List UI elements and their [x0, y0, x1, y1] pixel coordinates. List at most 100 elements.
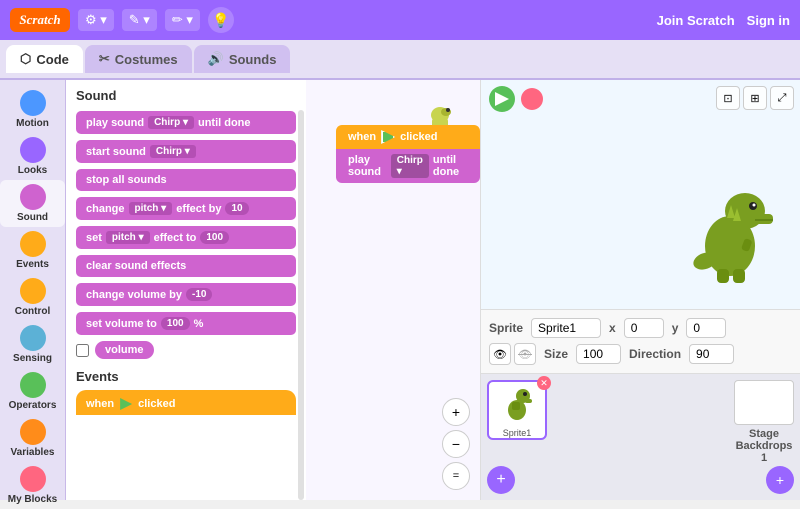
flag-icon [495, 92, 509, 106]
x-input[interactable] [624, 318, 664, 338]
sprite-thumbnails: ✕ Sprite1 [487, 380, 724, 440]
looks-label: Looks [18, 165, 47, 176]
sidebar-item-myblocks[interactable]: My Blocks [0, 462, 65, 509]
fullscreen-button[interactable]: ⤢ [770, 86, 794, 110]
large-stage-button[interactable]: ⊞ [743, 86, 767, 110]
hat-clicked-label: clicked [400, 131, 437, 143]
block-start-sound[interactable]: start sound Chirp ▾ [76, 140, 296, 163]
right-panel: ⊡ ⊞ ⤢ [480, 80, 800, 500]
tab-sounds[interactable]: 🔊 Sounds [194, 45, 291, 73]
block-set-volume[interactable]: set volume to 100 % [76, 312, 296, 335]
events-dot [20, 231, 46, 257]
tab-costumes[interactable]: ✂ Costumes [85, 45, 192, 73]
sound-dot [20, 184, 46, 210]
sidebar-item-sensing[interactable]: Sensing [0, 321, 65, 368]
topbar-right: Join Scratch Sign in [657, 13, 790, 28]
block-change-pitch[interactable]: change pitch ▾ effect by 10 [76, 197, 296, 220]
green-flag-button[interactable] [489, 86, 515, 112]
gear-button[interactable]: ⚙ ▾ [78, 9, 114, 31]
block-volume-row: volume [76, 341, 296, 359]
size-label: Size [544, 347, 568, 361]
show-sprite-button[interactable]: 👁 [489, 343, 511, 365]
variables-dot [20, 419, 46, 445]
tutorial-button[interactable]: 💡 [208, 7, 234, 33]
logo[interactable]: Scratch [10, 8, 70, 32]
script-action-block[interactable]: play sound Chirp ▾ until done [336, 149, 480, 183]
backdrops-count: 1 [761, 452, 767, 464]
stop-button[interactable] [521, 88, 543, 110]
zoom-in-button[interactable]: + [442, 398, 470, 426]
operators-label: Operators [9, 400, 57, 411]
add-sprite-button[interactable]: + [487, 466, 515, 494]
sprite-thumb-sprite1[interactable]: ✕ Sprite1 [487, 380, 547, 440]
tabbar: ⬡ Code ✂ Costumes 🔊 Sounds [0, 40, 800, 80]
block-change-volume[interactable]: change volume by -10 [76, 283, 296, 306]
sound-label: Sound [17, 212, 48, 223]
block-volume-reporter[interactable]: volume [95, 341, 154, 359]
add-backdrop-button[interactable]: + [766, 466, 794, 494]
sprite-name-input[interactable] [531, 318, 601, 338]
block-when-flag[interactable]: when clicked [76, 390, 296, 415]
volume-checkbox[interactable] [76, 344, 89, 357]
main: Motion Looks Sound Events Control Sensin… [0, 80, 800, 500]
sidebar-item-sound[interactable]: Sound [0, 180, 65, 227]
palette-section-events: Events [76, 369, 296, 384]
action-until-done-label: until done [433, 154, 468, 178]
sprite-delete-button[interactable]: ✕ [537, 376, 551, 390]
edit-button[interactable]: ✎ ▾ [122, 9, 157, 31]
sprite-list: ✕ Sprite1 [481, 374, 800, 500]
sensing-label: Sensing [13, 353, 52, 364]
zoom-out-button[interactable]: − [442, 430, 470, 458]
eye-buttons: 👁 👁 [489, 343, 536, 365]
direction-input[interactable] [689, 344, 734, 364]
sidebar-item-motion[interactable]: Motion [0, 86, 65, 133]
sidebar-item-events[interactable]: Events [0, 227, 65, 274]
events-label: Events [16, 259, 49, 270]
tab-code[interactable]: ⬡ Code [6, 45, 83, 73]
action-play-label: play sound [348, 154, 387, 178]
script-hat-block[interactable]: when clicked [336, 125, 480, 149]
costumes-tab-label: Costumes [115, 52, 178, 67]
dino-svg [685, 166, 775, 286]
sprite-thumb-name: Sprite1 [503, 428, 532, 438]
control-label: Control [15, 306, 51, 317]
looks-dot [20, 137, 46, 163]
control-dot [20, 278, 46, 304]
small-stage-button[interactable]: ⊡ [716, 86, 740, 110]
sprite-info: Sprite x y 👁 👁 Size Direction [481, 310, 800, 374]
topbar-left: Scratch ⚙ ▾ ✎ ▾ ✏ ▾ 💡 [10, 7, 234, 33]
size-input[interactable] [576, 344, 621, 364]
block-palette: Sound play sound Chirp ▾ until done star… [66, 80, 306, 500]
sprite-info-row2: 👁 👁 Size Direction [489, 343, 792, 365]
sounds-tab-icon: 🔊 [208, 51, 224, 67]
sidebar-item-looks[interactable]: Looks [0, 133, 65, 180]
action-chirp-dropdown[interactable]: Chirp ▾ [391, 154, 429, 178]
sidebar-item-operators[interactable]: Operators [0, 368, 65, 415]
sprite-name-label: Sprite [489, 321, 523, 335]
block-play-sound-until-done[interactable]: play sound Chirp ▾ until done [76, 111, 296, 134]
fit-button[interactable]: = [442, 462, 470, 490]
block-set-pitch[interactable]: set pitch ▾ effect to 100 [76, 226, 296, 249]
hide-sprite-button[interactable]: 👁 [514, 343, 536, 365]
join-scratch-button[interactable]: Join Scratch [657, 13, 735, 28]
y-label: y [672, 321, 679, 335]
block-stop-all-sounds[interactable]: stop all sounds [76, 169, 296, 191]
sidebar-item-variables[interactable]: Variables [0, 415, 65, 462]
green-flag-icon [381, 130, 395, 144]
sidebar: Motion Looks Sound Events Control Sensin… [0, 80, 66, 500]
stage-panel: Stage Backdrops 1 [734, 380, 794, 464]
sign-in-button[interactable]: Sign in [747, 13, 790, 28]
stage-view-buttons: ⊡ ⊞ ⤢ [716, 86, 794, 110]
block-clear-sound-effects[interactable]: clear sound effects [76, 255, 296, 277]
sensing-dot [20, 325, 46, 351]
script-area: when clicked play sound Chirp ▾ until do… [306, 80, 480, 500]
costumes-tab-icon: ✂ [99, 51, 110, 67]
pencil-button[interactable]: ✏ ▾ [165, 9, 200, 31]
operators-dot [20, 372, 46, 398]
y-input[interactable] [686, 318, 726, 338]
sidebar-item-control[interactable]: Control [0, 274, 65, 321]
stage-mini-thumbnail[interactable] [734, 380, 794, 425]
motion-dot [20, 90, 46, 116]
stage-preview: ⊡ ⊞ ⤢ [481, 80, 800, 310]
palette-scrollbar[interactable] [298, 110, 304, 500]
